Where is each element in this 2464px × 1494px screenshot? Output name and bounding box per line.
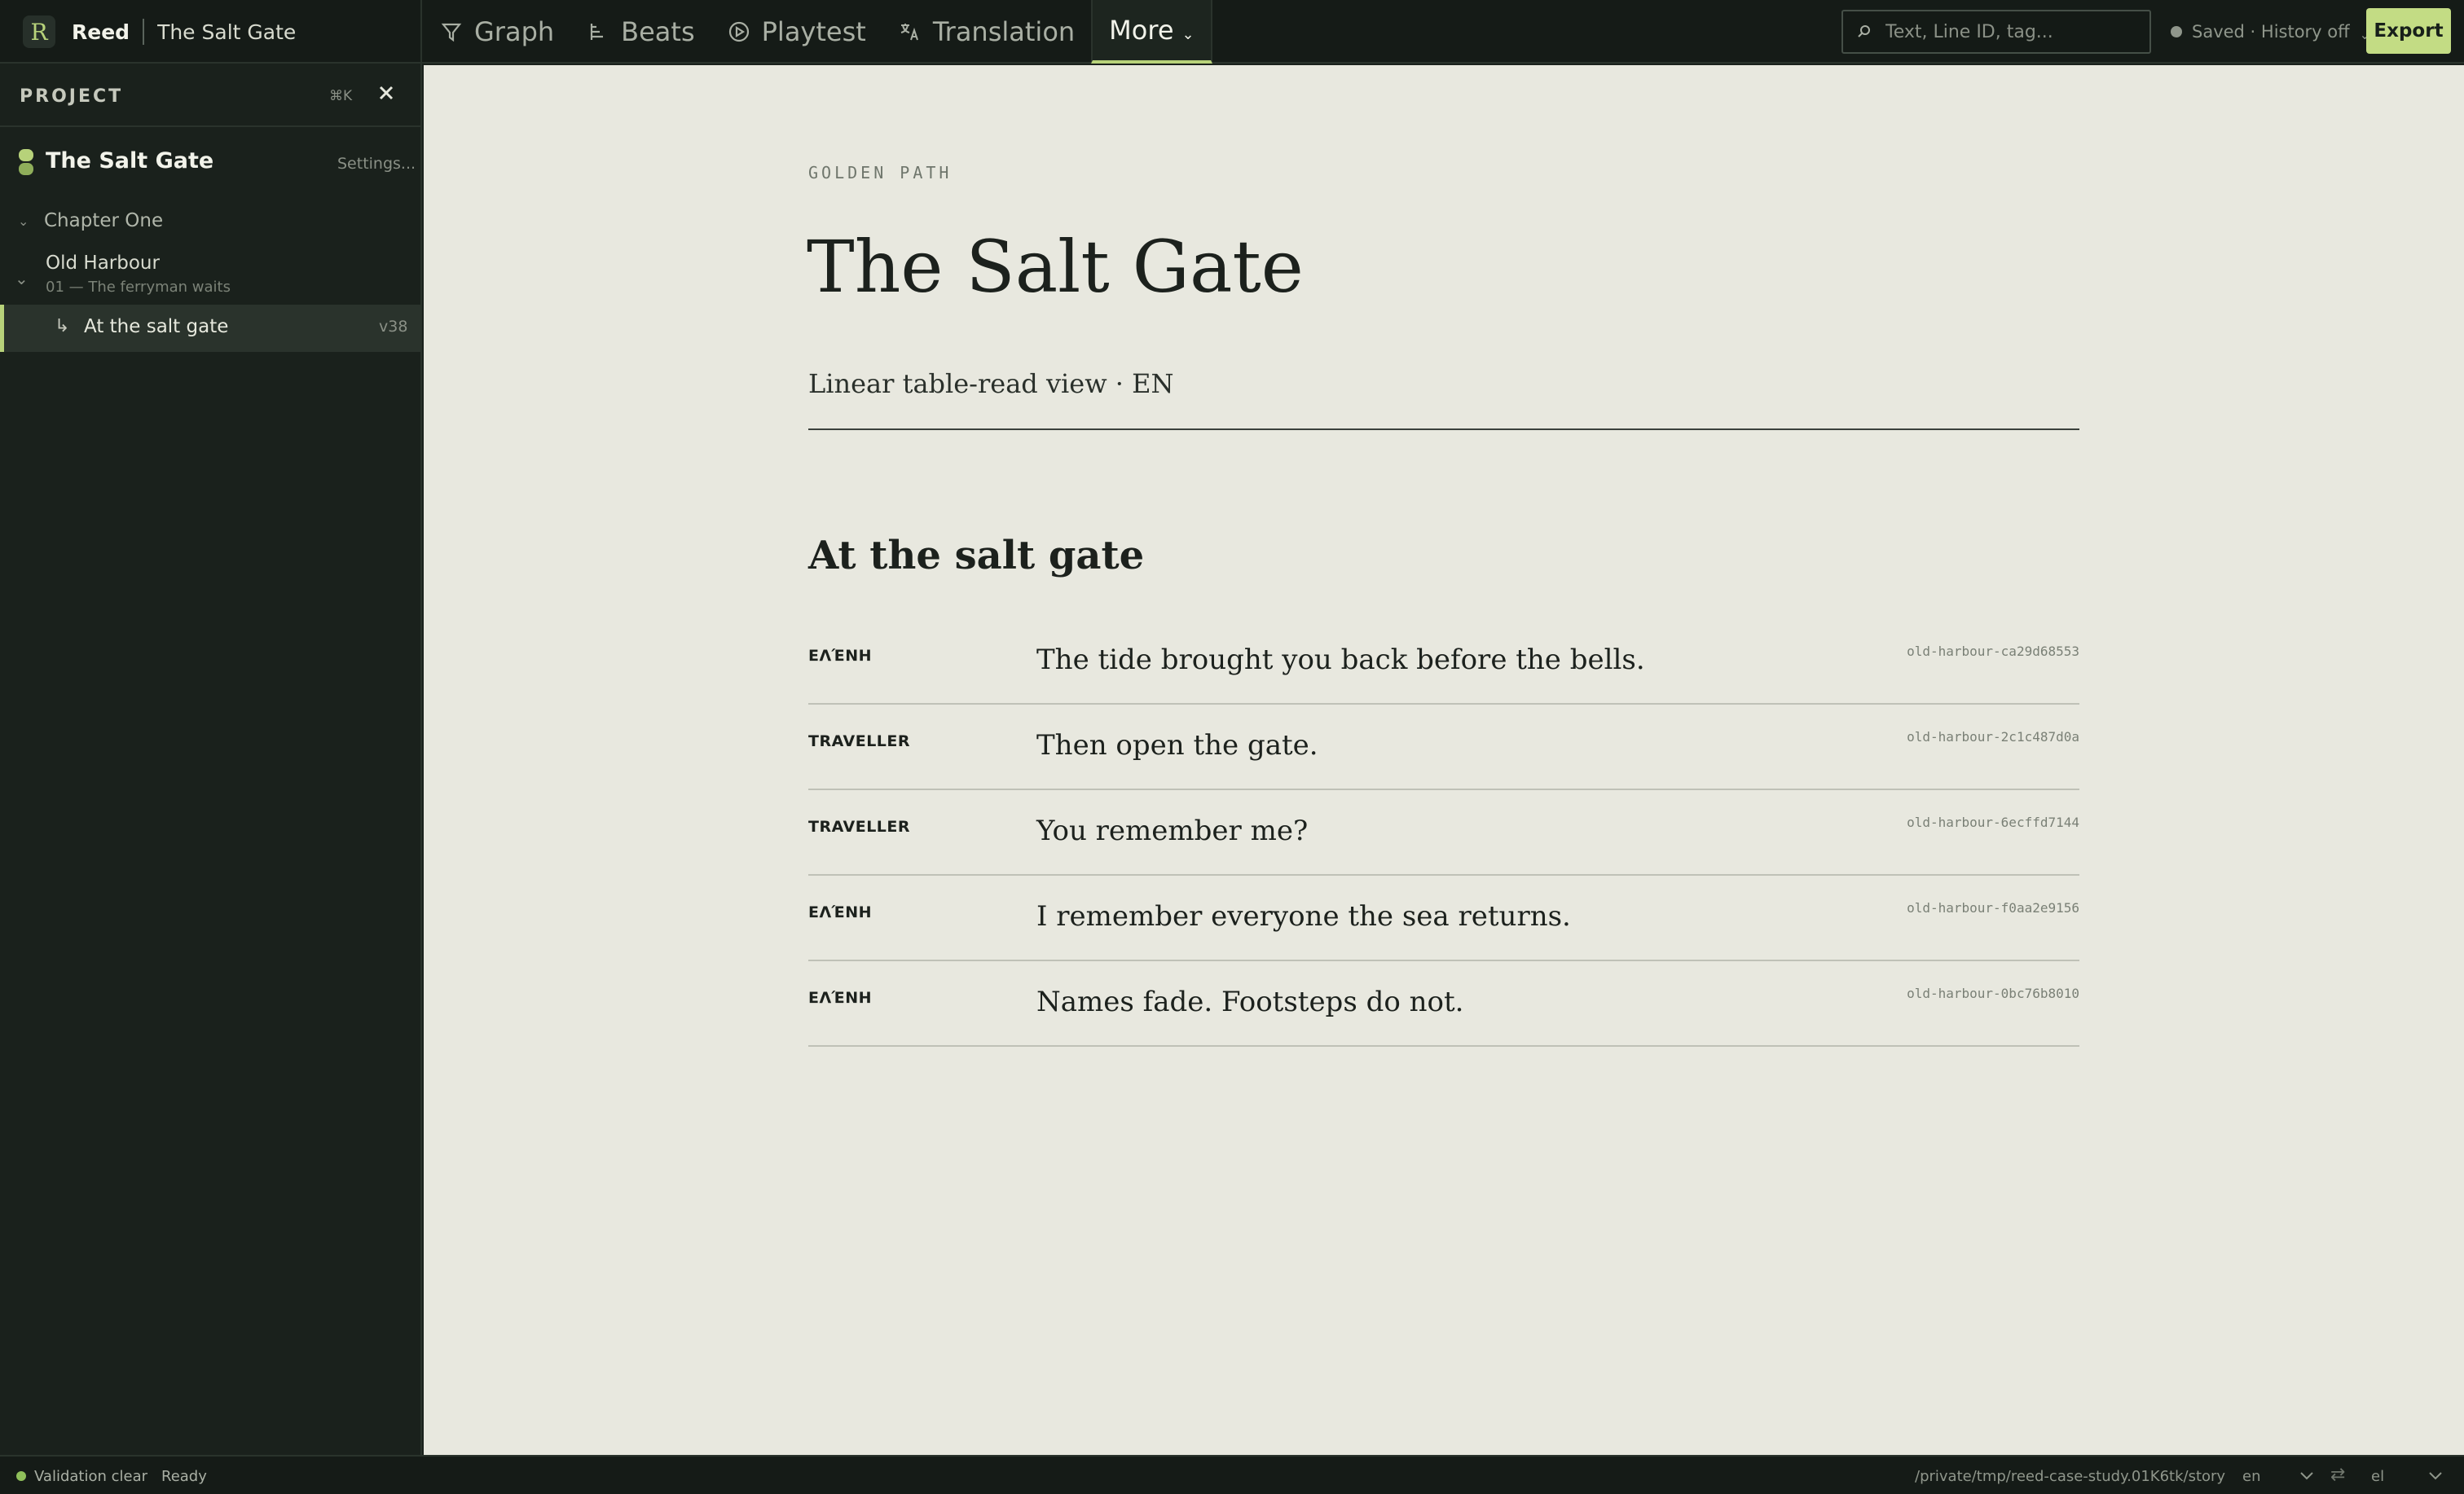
tab-playtest[interactable]: Playtest [711,0,882,64]
graph-icon [441,23,462,42]
tab-label: Translation [932,16,1076,47]
close-icon[interactable] [376,83,396,103]
dialogue-row[interactable]: ΕΛΈΝΗ Names fade. Footsteps do not. old-… [808,961,2079,1047]
project-row[interactable]: The Salt Gate Settings... [0,143,420,181]
line-text: Then open the gate. [1036,729,1318,762]
tab-graph[interactable]: Graph [424,0,570,64]
dialogue-lines: ΕΛΈΝΗ The tide brought you back before t… [808,619,2079,1047]
subdirectory-arrow-icon: ↳ [55,316,70,336]
speaker-name: ΕΛΈΝΗ [808,989,873,1007]
document-eyebrow: GOLDEN PATH [808,163,953,182]
chevron-down-icon: ⌄ [15,269,29,288]
speaker-name: TRAVELLER [808,732,911,750]
sidebar-title: PROJECT [20,86,124,107]
document-title: The Salt Gate [807,225,1304,309]
search-input[interactable] [1885,21,2146,42]
node-version: v38 [379,318,408,336]
brand-divider [143,19,145,45]
project-path: /private/tmp/reed-case-study.01K6tk/stor… [1915,1468,2226,1485]
title-divider [808,428,2079,430]
tab-label: Beats [621,16,695,47]
document-subtitle: Linear table-read view · EN [808,368,1174,399]
tree-item-node-selected[interactable]: ↳ At the salt gate v38 [0,305,420,352]
tree-item-section[interactable]: ⌄ Old Harbour 01 — The ferryman waits [0,251,420,300]
save-status-label: Saved · History off [2192,22,2350,42]
section-sublabel: 01 — The ferryman waits [46,279,231,296]
tab-more[interactable]: More ⌄ [1091,0,1212,64]
tab-label: More [1109,15,1174,46]
validation-status[interactable]: Validation clear [34,1468,147,1485]
project-settings-link[interactable]: Settings... [337,155,416,173]
line-id: old-harbour-6ecffd7144 [1907,815,2079,830]
top-bar: R Reed The Salt Gate Graph Beats Playtes… [0,0,2464,64]
search-box[interactable] [1841,10,2151,54]
target-language[interactable]: el [2371,1468,2384,1485]
line-id: old-harbour-0bc76b8010 [1907,986,2079,1001]
tab-label: Graph [474,16,555,47]
tab-label: Playtest [761,16,866,47]
export-button[interactable]: Export [2366,8,2451,54]
line-id: old-harbour-f0aa2e9156 [1907,900,2079,916]
line-id: old-harbour-2c1c487d0a [1907,729,2079,745]
status-bar: Validation clear Ready /private/tmp/reed… [0,1455,2464,1494]
main-tabs: Graph Beats Playtest Translation More ⌄ [424,0,1212,64]
save-status-dot [2171,26,2182,37]
save-status[interactable]: Saved · History off ⌄ [2171,0,2370,64]
reed-logo-icon[interactable]: R [23,15,55,48]
line-text: I remember everyone the sea returns. [1036,900,1571,933]
play-icon [728,21,749,42]
beats-icon [591,24,604,40]
search-icon [1858,25,1870,37]
scene-title: At the salt gate [808,533,1145,578]
tab-beats[interactable]: Beats [570,0,711,64]
line-text: The tide brought you back before the bel… [1036,644,1645,676]
ready-status: Ready [161,1468,207,1485]
tab-translation[interactable]: Translation [882,0,1091,64]
dialogue-row[interactable]: ΕΛΈΝΗ I remember everyone the sea return… [808,876,2079,961]
chevron-down-icon[interactable] [2298,1468,2316,1483]
brand-area: R Reed The Salt Gate [0,0,422,64]
chevron-down-icon: ⌄ [18,213,29,229]
line-text: Names fade. Footsteps do not. [1036,986,1464,1018]
command-shortcut-hint: ⌘K [329,88,353,104]
source-language[interactable]: en [2242,1468,2260,1485]
tree-item-chapter[interactable]: ⌄ Chapter One [0,207,420,239]
sidebar-header: PROJECT ⌘K [0,64,420,127]
validation-status-dot [16,1471,26,1481]
speaker-name: ΕΛΈΝΗ [808,647,873,665]
swap-languages-icon[interactable]: ⇄ [2330,1465,2345,1485]
speaker-name: ΕΛΈΝΗ [808,903,873,921]
chapter-label: Chapter One [44,210,164,231]
line-text: You remember me? [1036,815,1309,847]
chevron-down-icon: ⌄ [1181,25,1195,43]
node-label: At the salt gate [84,316,229,337]
dialogue-row[interactable]: TRAVELLER You remember me? old-harbour-6… [808,790,2079,876]
section-label: Old Harbour [46,253,160,274]
dialogue-row[interactable]: ΕΛΈΝΗ The tide brought you back before t… [808,619,2079,705]
project-sidebar: PROJECT ⌘K The Salt Gate Settings... ⌄ C… [0,64,422,1455]
line-id: old-harbour-ca29d68553 [1907,644,2079,659]
translate-icon [900,24,918,41]
speaker-name: TRAVELLER [808,818,911,836]
document-view: GOLDEN PATH The Salt Gate Linear table-r… [424,65,2464,1455]
dialogue-row[interactable]: TRAVELLER Then open the gate. old-harbou… [808,705,2079,790]
project-title: The Salt Gate [46,148,214,174]
project-icon [19,149,33,175]
chevron-down-icon[interactable] [2427,1468,2444,1483]
project-name: The Salt Gate [157,20,297,44]
app-name: Reed [72,20,130,44]
